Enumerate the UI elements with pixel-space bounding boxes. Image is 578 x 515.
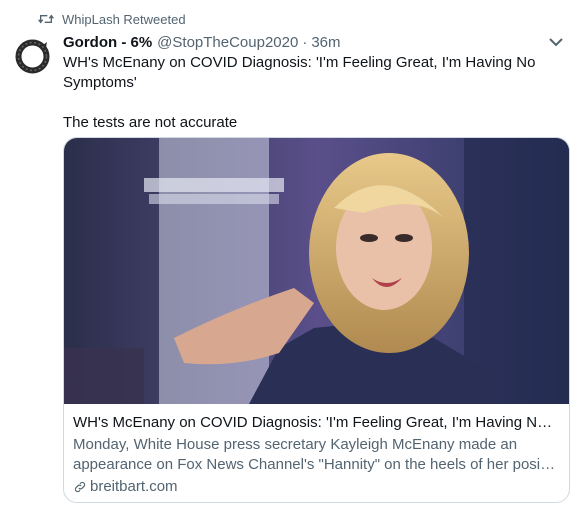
- tweet-timestamp[interactable]: 36m: [311, 34, 340, 51]
- retweet-label: WhipLash Retweeted: [62, 11, 186, 27]
- tweet-text-line: WH's McEnany on COVID Diagnosis: 'I'm Fe…: [63, 54, 536, 71]
- tweet-text-line: Symptoms': [63, 74, 137, 91]
- retweet-icon: [38, 14, 54, 24]
- card-image[interactable]: [64, 138, 569, 404]
- author-handle[interactable]: @StopTheCoup2020: [157, 34, 298, 51]
- card-description-line: Monday, White House press secretary Kayl…: [73, 436, 518, 453]
- link-card[interactable]: WH's McEnany on COVID Diagnosis: 'I'm Fe…: [63, 137, 570, 503]
- retweet-context[interactable]: WhipLash Retweeted: [38, 10, 186, 28]
- author-display-name[interactable]: Gordon - 6%: [63, 34, 152, 51]
- tweet-text-line: The tests are not accurate: [63, 114, 238, 131]
- card-domain-text: breitbart.com: [90, 478, 178, 495]
- tweet-header: Gordon - 6% @StopTheCoup2020 · 36m: [63, 32, 566, 52]
- more-options-icon[interactable]: [546, 34, 566, 50]
- card-meta: WH's McEnany on COVID Diagnosis: 'I'm Fe…: [73, 413, 559, 497]
- link-icon: [74, 481, 86, 493]
- separator-dot: ·: [302, 33, 308, 51]
- avatar[interactable]: [10, 34, 55, 79]
- news-photo-icon: [64, 138, 569, 404]
- card-description-line: appearance on Fox News Channel's "Hannit…: [73, 456, 559, 473]
- ouroboros-avatar-icon: [11, 35, 54, 78]
- card-title[interactable]: WH's McEnany on COVID Diagnosis: 'I'm Fe…: [73, 413, 559, 433]
- tweet-text: WH's McEnany on COVID Diagnosis: 'I'm Fe…: [63, 53, 543, 133]
- card-description: Monday, White House press secretary Kayl…: [73, 435, 559, 475]
- card-domain[interactable]: breitbart.com: [73, 477, 559, 497]
